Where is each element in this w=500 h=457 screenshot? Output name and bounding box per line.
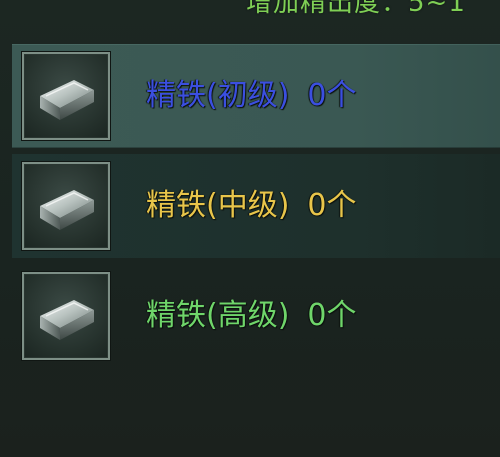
iron-ingot-icon — [40, 300, 94, 340]
item-slot[interactable] — [22, 272, 110, 360]
material-list: 精铁(初级) 0个 精铁(中级) 0个 精铁(高级) 0个 — [12, 44, 500, 374]
material-name: 精铁(中级) — [146, 188, 290, 223]
material-count: 0个 — [307, 298, 357, 333]
refine-material-panel: 增加精出度：5~1 精铁(初级) 0个 精铁(中级) 0个 精铁(高级) 0个 — [0, 0, 500, 457]
refine-bonus-text: 增加精出度：5~1 — [246, 0, 466, 18]
material-row-primary[interactable]: 精铁(初级) 0个 — [12, 44, 500, 148]
material-row-advanced[interactable]: 精铁(高级) 0个 — [12, 264, 500, 368]
material-count: 0个 — [307, 78, 357, 113]
material-row-intermediate[interactable]: 精铁(中级) 0个 — [12, 154, 500, 258]
iron-ingot-icon — [40, 80, 94, 120]
item-slot[interactable] — [22, 52, 110, 140]
material-name: 精铁(初级) — [146, 78, 290, 113]
item-slot[interactable] — [22, 162, 110, 250]
material-label: 精铁(初级) 0个 — [146, 81, 357, 111]
iron-ingot-icon — [40, 190, 94, 230]
material-label: 精铁(中级) 0个 — [146, 191, 357, 221]
material-name: 精铁(高级) — [146, 298, 290, 333]
material-label: 精铁(高级) 0个 — [146, 301, 357, 331]
material-count: 0个 — [307, 188, 357, 223]
